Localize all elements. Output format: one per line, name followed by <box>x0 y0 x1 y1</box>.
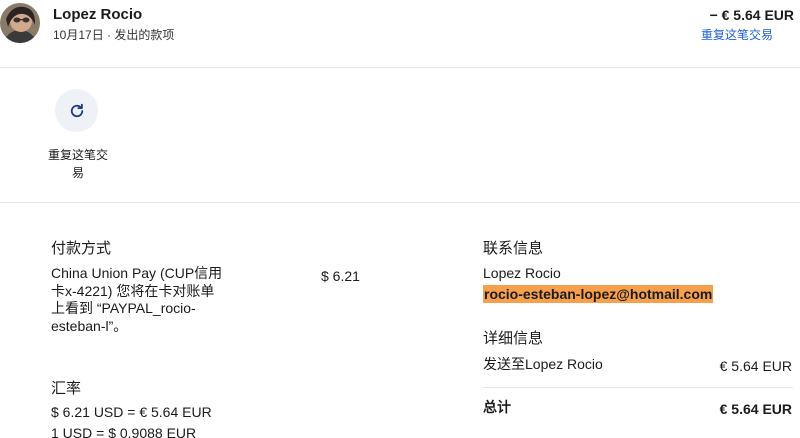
details-title: 详细信息 <box>483 330 544 347</box>
contact-name: Lopez Rocio <box>483 265 561 281</box>
exchange-rate-line-1: $ 6.21 USD = € 5.64 EUR <box>51 404 212 420</box>
transaction-amount: − € 5.64 EUR <box>709 7 794 23</box>
payment-amount: $ 6.21 <box>321 268 360 284</box>
repeat-transaction-label: 重复这笔交易 <box>47 148 108 180</box>
contact-info-title: 联系信息 <box>483 240 544 257</box>
counterparty-name: Lopez Rocio <box>53 6 143 23</box>
payment-method-title: 付款方式 <box>51 240 112 257</box>
transaction-date-type: 10月17日 · 发出的款项 <box>53 28 175 42</box>
avatar <box>0 3 40 43</box>
sent-to-amount: € 5.64 EUR <box>719 358 792 374</box>
repeat-transaction-button[interactable] <box>55 89 98 132</box>
contact-email[interactable]: rocio-esteban-lopez@hotmail.com <box>483 285 714 303</box>
payment-method-description: China Union Pay (CUP信用卡x-4221) 您将在卡对账单上看… <box>51 265 223 334</box>
actions-bar: 重复这笔交易 <box>0 68 800 203</box>
details-divider <box>483 387 793 388</box>
exchange-rate-line-2: 1 USD = $ 0.9088 EUR <box>51 425 197 438</box>
refresh-icon <box>70 103 83 117</box>
exchange-rate-title: 汇率 <box>51 380 82 397</box>
repeat-transaction-link[interactable]: 重复这笔交易 <box>701 26 773 43</box>
total-label: 总计 <box>483 399 511 415</box>
total-amount: € 5.64 EUR <box>719 401 792 417</box>
transaction-header: Lopez Rocio 10月17日 · 发出的款项 − € 5.64 EUR … <box>0 0 800 68</box>
sent-to-label: 发送至Lopez Rocio <box>483 356 603 372</box>
